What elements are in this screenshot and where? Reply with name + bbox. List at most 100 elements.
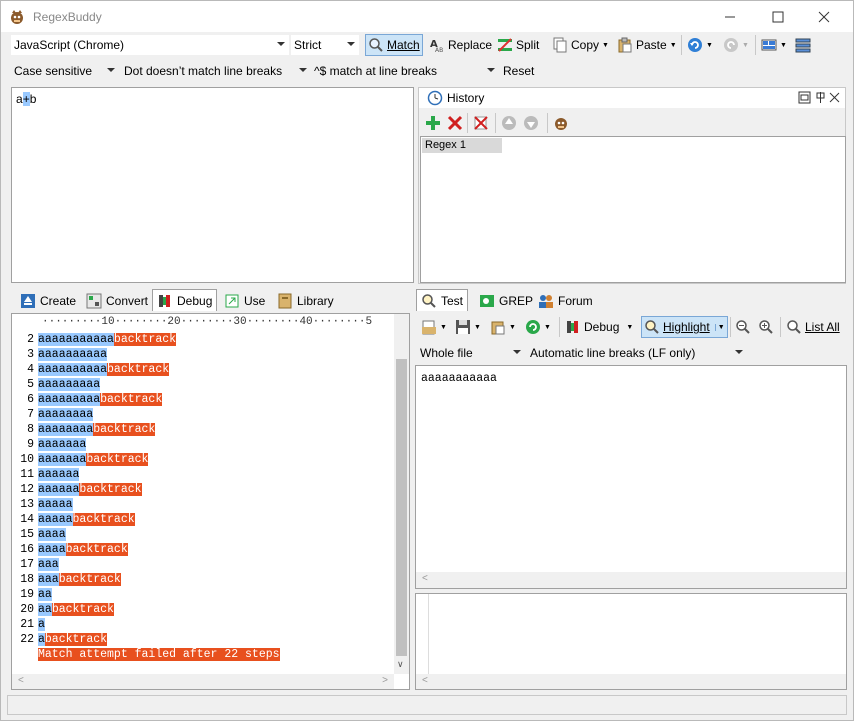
line-number: 16 (20, 543, 34, 556)
backtrack-label: backtrack (72, 513, 135, 526)
debug-line: 11 aaaaaa (12, 467, 80, 482)
dot-select[interactable]: Dot doesn’t match line breaks (121, 61, 311, 81)
buddy-button[interactable] (551, 112, 571, 134)
clear-history-button[interactable] (471, 112, 491, 134)
matched-text: aaaaaaaaa (38, 393, 101, 406)
regexbuddy-logo-icon (11, 9, 23, 24)
undo-icon (688, 38, 702, 52)
window-title: RegexBuddy (33, 9, 102, 24)
refresh-icon (526, 320, 540, 334)
tab-library[interactable]: Library (272, 291, 339, 311)
caret-down-icon: ▼ (706, 41, 713, 49)
tab-forum[interactable]: Forum (533, 291, 598, 311)
use-icon (225, 294, 239, 308)
backtrack-label: backtrack (65, 543, 128, 556)
match-failed-message: Match attempt failed after 22 steps (38, 648, 280, 661)
test-subject-editor[interactable]: aaaaaaaaaaa < (415, 365, 847, 589)
matched-text: aaaaaaa (38, 453, 87, 466)
caret-down-icon: ▼ (669, 41, 677, 49)
delete-history-button[interactable] (445, 112, 465, 134)
clear-list-icon (474, 116, 488, 130)
move-up-button[interactable] (499, 112, 519, 134)
debug-button[interactable]: Debug ▼ (563, 316, 635, 338)
minimize-button[interactable] (707, 1, 753, 32)
chevron-left-icon[interactable]: < (422, 573, 428, 584)
tab-test[interactable]: Test (416, 289, 469, 311)
test-hscrollbar[interactable]: < (416, 572, 846, 588)
maximize-button[interactable] (755, 1, 801, 32)
open-file-button[interactable]: ▼ (419, 316, 449, 338)
layout-button[interactable]: ▼ (759, 34, 789, 56)
debug-vscrollbar[interactable]: ∨ (394, 314, 409, 674)
match-button[interactable]: Match (365, 34, 423, 56)
replace-label: Replace (448, 38, 493, 52)
tab-grep[interactable]: GREP (474, 291, 538, 311)
scope-select[interactable]: Whole file (417, 343, 525, 363)
matched-text: aaaaaaaa (38, 408, 94, 421)
move-down-button[interactable] (521, 112, 541, 134)
tab-label: Use (244, 294, 266, 308)
tab-convert[interactable]: Convert (81, 291, 153, 311)
anchors-select[interactable]: ^$ match at line breaks (311, 61, 499, 81)
chevron-right-icon[interactable]: > (382, 675, 388, 686)
line-number: 20 (20, 603, 34, 616)
line-number: 19 (20, 588, 34, 601)
panels-button[interactable] (793, 34, 813, 56)
backtrack-label: backtrack (44, 633, 108, 646)
replace-button[interactable]: A AB Replace (427, 34, 494, 56)
test-results-panel: < (415, 593, 847, 690)
chevron-down-icon (347, 42, 355, 46)
split-button[interactable]: Split (495, 34, 541, 56)
paste-button[interactable]: Paste ▼ (615, 34, 679, 56)
matched-text: aaa (38, 558, 59, 571)
highlight-button[interactable]: Highlight ▼ (641, 316, 728, 338)
close-button[interactable] (801, 1, 847, 32)
paste-test-button[interactable]: ▼ (488, 316, 518, 338)
copy-button[interactable]: Copy ▼ (550, 34, 611, 56)
app-window: RegexBuddy JavaScript (Chrome) Strict Ma… (0, 0, 854, 721)
matched-text: aaa (38, 573, 59, 586)
save-disk-icon (456, 320, 470, 334)
tab-debug[interactable]: Debug (152, 289, 218, 311)
linebreaks-select[interactable]: Automatic line breaks (LF only) (527, 343, 747, 363)
redo-button[interactable]: ▼ (721, 34, 751, 56)
line-number: 10 (20, 453, 34, 466)
list-all-button[interactable]: List All (784, 316, 842, 338)
debug-hscrollbar[interactable]: < > (12, 674, 394, 689)
add-history-button[interactable] (423, 112, 443, 134)
case-select[interactable]: Case sensitive (11, 61, 119, 81)
refresh-button[interactable]: ▼ (523, 316, 553, 338)
scroll-thumb[interactable] (396, 359, 407, 656)
replace-icon: AAB (430, 39, 443, 53)
delete-x-icon (447, 115, 463, 131)
debug-label: Debug (584, 320, 620, 334)
tab-create[interactable]: Create (15, 291, 81, 311)
zoom-in-button[interactable] (756, 316, 776, 338)
flavor-select[interactable]: JavaScript (Chrome) (11, 35, 289, 55)
zoom-out-button[interactable] (733, 316, 753, 338)
results-hscrollbar[interactable]: < (416, 674, 846, 689)
reset-button[interactable]: Reset (501, 60, 536, 82)
zoom-out-icon (736, 320, 750, 334)
test-subject-text: aaaaaaaaaaa (421, 372, 497, 385)
tab-use[interactable]: Use (219, 291, 270, 311)
save-button[interactable]: ▼ (453, 316, 483, 338)
close-icon[interactable] (828, 91, 841, 104)
chevron-left-icon[interactable]: < (422, 675, 428, 686)
pin-icon[interactable] (814, 91, 827, 104)
undo-button[interactable]: ▼ (685, 34, 715, 56)
window-restore-icon[interactable] (798, 91, 811, 104)
minimize-icon (725, 16, 735, 17)
history-item[interactable]: Regex 1 (422, 138, 502, 153)
case-value: Case sensitive (14, 64, 93, 78)
chevron-down-icon[interactable]: ∨ (397, 659, 404, 670)
match-label: Match (387, 38, 420, 52)
chevron-left-icon[interactable]: < (18, 675, 24, 686)
convert-icon (86, 293, 102, 309)
backtrack-label: backtrack (58, 573, 121, 586)
mode-select[interactable]: Strict (291, 35, 359, 55)
regex-editor[interactable]: a+b (11, 87, 414, 283)
matched-text: aa (38, 603, 52, 616)
create-icon (21, 294, 35, 308)
toolbar-separator (780, 317, 781, 337)
